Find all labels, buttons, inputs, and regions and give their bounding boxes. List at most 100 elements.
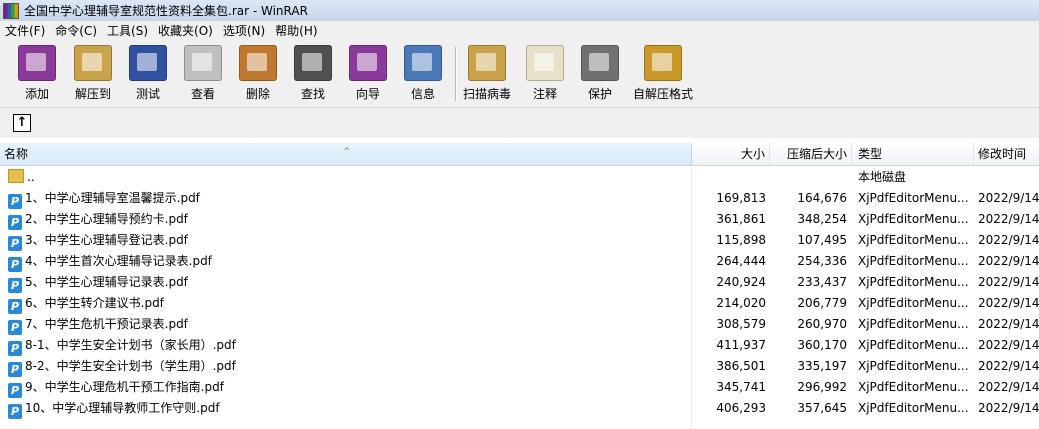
protect-button[interactable]: 保护 xyxy=(581,45,619,105)
file-type: XjPdfEditorMenu... xyxy=(858,359,969,373)
up-one-level-button[interactable]: ↑ xyxy=(13,114,31,132)
file-packed-size: 260,970 xyxy=(797,317,847,331)
file-name: 2、中学生心理辅导预约卡.pdf xyxy=(25,212,188,226)
file-type: XjPdfEditorMenu... xyxy=(858,254,969,268)
pdf-file-icon: P xyxy=(8,194,22,209)
file-row[interactable]: P 7、中学生危机干预记录表.pdf 308,579 260,970 XjPdfEdit… xyxy=(0,314,1039,335)
folder-icon xyxy=(8,169,24,183)
file-name: 1、中学心理辅导室温馨提示.pdf xyxy=(25,191,200,205)
sfx-button[interactable]: 自解压格式 xyxy=(633,45,693,105)
file-row[interactable]: P 5、中学生心理辅导记录表.pdf 240,924 233,437 XjPdfEdit… xyxy=(0,272,1039,293)
file-row[interactable]: P 9、中学生心理危机干预工作指南.pdf 345,741 296,992 XjPdfE… xyxy=(0,377,1039,398)
file-size: 264,444 xyxy=(716,254,766,268)
file-name: 3、中学生心理辅导登记表.pdf xyxy=(25,233,188,247)
column-header-type[interactable]: 类型 xyxy=(852,143,974,165)
file-row[interactable]: P 8-1、中学生安全计划书（家长用）.pdf 411,937 360,170 XjPd… xyxy=(0,335,1039,356)
file-name: 9、中学生心理危机干预工作指南.pdf xyxy=(25,380,224,394)
file-row[interactable]: P 3、中学生心理辅导登记表.pdf 115,898 107,495 XjPdfEdit… xyxy=(0,230,1039,251)
file-modified: 2022/9/14 xyxy=(978,359,1039,373)
sort-ascending-icon: ^ xyxy=(343,147,351,157)
file-name: 8-1、中学生安全计划书（家长用）.pdf xyxy=(25,338,236,352)
scan-virus-icon xyxy=(468,45,506,81)
pdf-file-icon: P xyxy=(8,299,22,314)
file-size: 386,501 xyxy=(716,359,766,373)
file-packed-size: 233,437 xyxy=(797,275,847,289)
list-header: 名称 ^ 大小 压缩后大小 类型 修改时间 xyxy=(0,143,1039,166)
file-type: XjPdfEditorMenu... xyxy=(858,380,969,394)
file-modified: 2022/9/14 xyxy=(978,338,1039,352)
file-row[interactable]: P 6、中学生转介建议书.pdf 214,020 206,779 XjPdfEditor… xyxy=(0,293,1039,314)
find-button[interactable]: 查找 xyxy=(294,45,332,105)
test-button[interactable]: 测试 xyxy=(129,45,167,105)
view-icon xyxy=(184,45,222,81)
pdf-file-icon: P xyxy=(8,257,22,272)
file-size: 214,020 xyxy=(716,296,766,310)
file-size: 115,898 xyxy=(716,233,766,247)
file-packed-size: 206,779 xyxy=(797,296,847,310)
file-row[interactable]: P 1、中学心理辅导室温馨提示.pdf 169,813 164,676 XjPdfEdi… xyxy=(0,188,1039,209)
pdf-file-icon: P xyxy=(8,320,22,335)
file-packed-size: 164,676 xyxy=(797,191,847,205)
sfx-icon xyxy=(644,45,682,81)
info-icon xyxy=(404,45,442,81)
file-size: 240,924 xyxy=(716,275,766,289)
pdf-file-icon: P xyxy=(8,362,22,377)
comment-button[interactable]: 注释 xyxy=(526,45,564,105)
file-name: 10、中学心理辅导教师工作守则.pdf xyxy=(25,401,220,415)
menu-commands[interactable]: 命令(C) xyxy=(50,21,102,41)
wizard-icon xyxy=(349,45,387,81)
file-type: XjPdfEditorMenu... xyxy=(858,191,969,205)
file-type: XjPdfEditorMenu... xyxy=(858,401,969,415)
pdf-file-icon: P xyxy=(8,383,22,398)
title-bar: 全国中学心理辅导室规范性资料全集包.rar - WinRAR xyxy=(0,0,1039,21)
file-size: 345,741 xyxy=(716,380,766,394)
delete-button[interactable]: 删除 xyxy=(239,45,277,105)
find-icon xyxy=(294,45,332,81)
file-modified: 2022/9/14 xyxy=(978,212,1039,226)
menu-options[interactable]: 选项(N) xyxy=(218,21,270,41)
column-header-name[interactable]: 名称 ^ xyxy=(0,143,692,165)
pdf-file-icon: P xyxy=(8,278,22,293)
file-row[interactable]: P 2、中学生心理辅导预约卡.pdf 361,861 348,254 XjPdfEdit… xyxy=(0,209,1039,230)
pdf-file-icon: P xyxy=(8,215,22,230)
menu-help[interactable]: 帮助(H) xyxy=(270,21,322,41)
menu-file[interactable]: 文件(F) xyxy=(0,21,50,41)
column-header-size[interactable]: 大小 xyxy=(692,143,770,165)
file-type: XjPdfEditorMenu... xyxy=(858,212,969,226)
wizard-button[interactable]: 向导 xyxy=(349,45,387,105)
comment-icon xyxy=(526,45,564,81)
column-header-modified[interactable]: 修改时间 xyxy=(974,143,1039,165)
file-name: 7、中学生危机干预记录表.pdf xyxy=(25,317,188,331)
parent-folder-row[interactable]: .. 本地磁盘 xyxy=(0,167,1039,188)
delete-icon xyxy=(239,45,277,81)
file-size: 361,861 xyxy=(716,212,766,226)
file-type: XjPdfEditorMenu... xyxy=(858,233,969,247)
file-size: 411,937 xyxy=(716,338,766,352)
file-packed-size: 254,336 xyxy=(797,254,847,268)
pdf-file-icon: P xyxy=(8,404,22,419)
add-button[interactable]: 添加 xyxy=(18,45,56,105)
file-row[interactable]: P 4、中学生首次心理辅导记录表.pdf 264,444 254,336 XjPdfEd… xyxy=(0,251,1039,272)
file-name: 4、中学生首次心理辅导记录表.pdf xyxy=(25,254,212,268)
menu-favorites[interactable]: 收藏夹(O) xyxy=(153,21,218,41)
file-modified: 2022/9/14 xyxy=(978,317,1039,331)
file-row[interactable]: P 8-2、中学生安全计划书（学生用）.pdf 386,501 335,197 XjPd… xyxy=(0,356,1039,377)
file-name: 8-2、中学生安全计划书（学生用）.pdf xyxy=(25,359,236,373)
file-type: XjPdfEditorMenu... xyxy=(858,275,969,289)
info-button[interactable]: 信息 xyxy=(404,45,442,105)
file-modified: 2022/9/14 xyxy=(978,380,1039,394)
file-name: 5、中学生心理辅导记录表.pdf xyxy=(25,275,188,289)
file-size: 406,293 xyxy=(716,401,766,415)
file-modified: 2022/9/14 xyxy=(978,254,1039,268)
up-arrow-icon: ↑ xyxy=(16,115,28,130)
file-modified: 2022/9/14 xyxy=(978,296,1039,310)
extract-to-button[interactable]: 解压到 xyxy=(74,45,112,105)
menu-tools[interactable]: 工具(S) xyxy=(102,21,153,41)
file-modified: 2022/9/14 xyxy=(978,191,1039,205)
column-header-packed[interactable]: 压缩后大小 xyxy=(770,143,852,165)
scan-virus-button[interactable]: 扫描病毒 xyxy=(463,45,511,105)
view-button[interactable]: 查看 xyxy=(184,45,222,105)
file-packed-size: 360,170 xyxy=(797,338,847,352)
winrar-app-icon xyxy=(3,2,19,19)
file-row[interactable]: P 10、中学心理辅导教师工作守则.pdf 406,293 357,645 XjPdfE… xyxy=(0,398,1039,419)
